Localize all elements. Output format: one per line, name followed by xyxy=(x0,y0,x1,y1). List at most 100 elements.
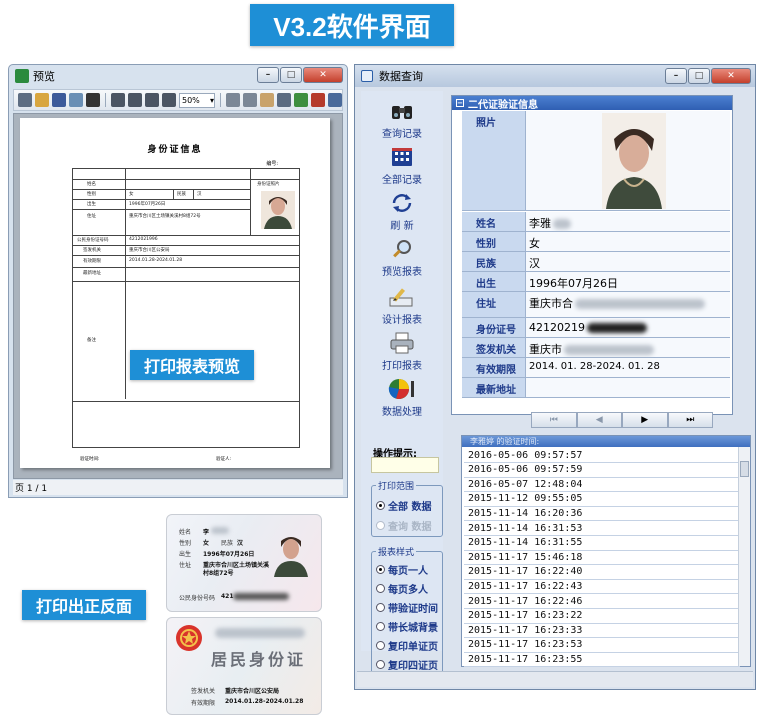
list-item[interactable]: 2015-11-12 09:55:05 xyxy=(464,492,740,507)
report-label-gender: 性别 xyxy=(87,192,96,197)
text-icon[interactable] xyxy=(243,93,257,107)
info-row-ethnicity: 民族 汉 xyxy=(462,252,730,272)
exit-icon[interactable] xyxy=(328,93,342,107)
next-record-button[interactable]: ▶ xyxy=(622,412,668,428)
list-item[interactable]: 2016-05-06 09:57:59 xyxy=(464,463,740,478)
list-item[interactable]: 2015-11-14 16:31:55 xyxy=(464,536,740,551)
open-icon[interactable] xyxy=(35,93,49,107)
print-icon[interactable] xyxy=(18,93,32,107)
export-icon[interactable] xyxy=(69,93,83,107)
list-item[interactable]: 2015-11-14 16:20:36 xyxy=(464,506,740,522)
prev-record-button[interactable]: ◀ xyxy=(576,412,622,428)
radio-query-data[interactable]: 查询 数据 xyxy=(376,518,431,533)
sidebar-item-preview-report[interactable]: 预览报表 xyxy=(361,237,443,281)
vertical-scrollbar[interactable] xyxy=(738,447,750,666)
sidebar-item-label: 打印报表 xyxy=(382,361,422,372)
sidebar-item-data-processing[interactable]: 数据处理 xyxy=(361,377,443,421)
maximize-button[interactable]: □ xyxy=(280,67,302,83)
list-item[interactable]: 2015-11-17 16:23:33 xyxy=(464,623,740,639)
sidebar-item-query-records[interactable]: 查询记录 xyxy=(361,99,443,143)
query-minimize-button[interactable]: – xyxy=(665,68,687,84)
sidebar-item-refresh[interactable]: 刷 新 xyxy=(361,191,443,235)
page-setup-icon[interactable] xyxy=(226,93,240,107)
radio-all-data[interactable]: 全部 数据 xyxy=(376,498,431,513)
radio-copy-single[interactable]: 复印单证页 xyxy=(376,638,438,653)
print-range-title: 打印范围 xyxy=(376,479,417,492)
list-item[interactable]: 2015-11-17 16:23:22 xyxy=(464,609,740,624)
radio-copy-four[interactable]: 复印四证页 xyxy=(376,657,438,672)
query-app-icon xyxy=(361,70,373,82)
radio-one-per-page[interactable]: 每页一人 xyxy=(376,562,428,577)
one-page-icon[interactable] xyxy=(111,93,125,107)
radio-with-verify-time[interactable]: 带验证时间 xyxy=(376,600,438,615)
scrollbar-thumb[interactable] xyxy=(740,461,749,477)
list-item[interactable]: 2015-11-17 16:22:46 xyxy=(464,594,740,609)
first-record-button[interactable]: ⏮ xyxy=(531,412,577,428)
two-page-icon[interactable] xyxy=(128,93,142,107)
report-validity-value: 2014.01.28-2024.01.28 xyxy=(129,258,183,263)
info-row-birth: 出生 1996年07月26日 xyxy=(462,272,730,292)
report-label-validity: 有效期限 xyxy=(83,259,101,264)
info-row-latest-address: 最新地址 xyxy=(462,378,730,398)
report-style-title: 报表样式 xyxy=(376,545,417,558)
list-item[interactable]: 2015-11-17 16:22:43 xyxy=(464,579,740,595)
card-id-value: 421 xyxy=(221,593,234,600)
page-width-icon[interactable] xyxy=(162,93,176,107)
grid-icon xyxy=(388,145,416,169)
page-indicator: 页 1 / 1 xyxy=(15,484,48,494)
preview-title: 预览 xyxy=(33,70,55,83)
query-close-button[interactable]: ✕ xyxy=(711,68,751,84)
report-authority-value: 重庆市合川区公安局 xyxy=(129,248,170,253)
list-item[interactable]: 2015-11-17 15:46:18 xyxy=(464,550,740,566)
list-item[interactable]: 2016-05-06 09:57:57 xyxy=(464,448,740,463)
binoculars-icon xyxy=(388,99,416,123)
query-title: 数据查询 xyxy=(379,70,423,83)
card-birth-value: 1996年07月26日 xyxy=(203,551,255,558)
query-statusbar xyxy=(357,671,753,687)
last-record-button[interactable]: ⏭ xyxy=(667,412,713,428)
sidebar-item-design-report[interactable]: 设计报表 xyxy=(361,285,443,329)
report-label-id: 公民身份证号码 xyxy=(77,238,109,243)
pencil-icon xyxy=(388,285,416,309)
record-navigator: ⏮ ◀ ▶ ⏭ xyxy=(531,412,713,428)
radio-many-per-page[interactable]: 每页多人 xyxy=(376,581,428,596)
sidebar: 查询记录 全部记录 刷 新 预览报表 设计报表 打印报表 数据处理 操作提示: … xyxy=(361,91,443,679)
info-row-gender: 性别 女 xyxy=(462,232,730,252)
report-title: 身份证信息 xyxy=(147,145,203,155)
report-style-group: 报表样式 每页一人 每页多人 带验证时间 带长城背景 复印单证页 复印四证页 xyxy=(371,545,443,679)
photo-row: 照片 xyxy=(462,111,730,211)
zoom-icon[interactable] xyxy=(277,93,291,107)
list-item[interactable]: 2015-11-17 16:23:53 xyxy=(464,638,740,653)
report-page: 身份证信息 编号: 姓名 性别 女 民族 汉 出生 1996年07月26日 住址… xyxy=(20,118,330,468)
info-header[interactable]: − 二代证验证信息 xyxy=(452,96,732,111)
report-label-authority: 签发机关 xyxy=(83,248,101,253)
delete-icon[interactable] xyxy=(311,93,325,107)
find-icon[interactable] xyxy=(86,93,100,107)
card-ethnic-value: 汉 xyxy=(237,540,244,547)
sidebar-item-all-records[interactable]: 全部记录 xyxy=(361,145,443,189)
printer-icon xyxy=(388,331,416,355)
refresh-icon xyxy=(388,191,416,215)
report-photo-caption: 身份证照片 xyxy=(257,182,280,187)
close-button[interactable]: ✕ xyxy=(303,67,343,83)
save-icon[interactable] xyxy=(52,93,66,107)
multi-page-icon[interactable] xyxy=(145,93,159,107)
card-validity-label: 有效期限 xyxy=(191,700,216,707)
list-item[interactable]: 2016-05-07 12:48:04 xyxy=(464,477,740,493)
list-item[interactable]: 2015-11-14 16:31:53 xyxy=(464,521,740,536)
hint-box xyxy=(371,457,439,473)
report-label-name: 姓名 xyxy=(87,182,96,187)
preview-area[interactable]: 身份证信息 编号: 姓名 性别 女 民族 汉 出生 1996年07月26日 住址… xyxy=(13,113,343,479)
list-item[interactable]: 2015-11-17 16:23:55 xyxy=(464,652,740,668)
report-id-value: 4212021996 xyxy=(129,237,158,242)
list-item[interactable]: 2015-11-17 16:22:40 xyxy=(464,565,740,580)
sidebar-item-print-report[interactable]: 打印报表 xyxy=(361,331,443,375)
zoom-select[interactable]: 50% ▾ xyxy=(179,92,215,108)
radio-great-wall-bg[interactable]: 带长城背景 xyxy=(376,619,438,634)
verify-times-list: 李雅婷 的验证时间: 2016-05-06 09:57:57 2016-05-06… xyxy=(461,435,751,668)
info-row-address: 住址 重庆市合 xyxy=(462,292,730,318)
query-maximize-button[interactable]: □ xyxy=(688,68,710,84)
edit-icon[interactable] xyxy=(294,93,308,107)
hand-icon[interactable] xyxy=(260,93,274,107)
minimize-button[interactable]: – xyxy=(257,67,279,83)
